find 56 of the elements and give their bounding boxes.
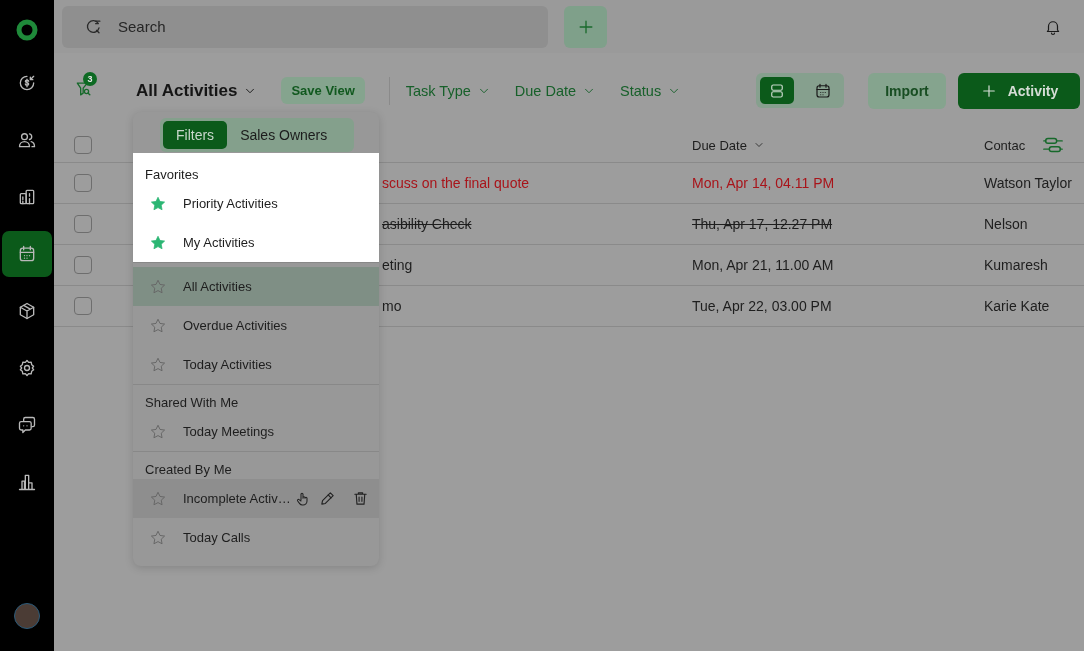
filter-dropdown-button[interactable]: Task Type [405,82,491,99]
list-view-icon [768,81,786,100]
menu-item[interactable]: Priority Activities [133,184,379,223]
table-cell: Tue, Apr 22, 03.00 PM [692,298,832,314]
section-heading: Created By Me [144,461,233,479]
menu-item[interactable]: Today Activities [133,345,379,384]
table-cell: Karie Kate [984,298,1050,314]
table-cell: Thu, Apr 17, 12.27 PM [692,216,833,232]
avatar[interactable] [14,603,40,629]
import-button[interactable]: Import [868,72,946,109]
menu-item[interactable]: Overdue Activities [133,306,379,345]
column-header: Contac [984,138,1026,153]
menu-item[interactable]: All Activities [133,267,379,306]
table-cell: Nelson [984,216,1028,232]
menu-item[interactable]: Today Meetings [133,412,379,451]
people-icon [17,130,37,150]
sidebar-item[interactable] [2,231,52,277]
table-cell: scuss on the final quote [382,175,530,191]
tab[interactable]: Sales Owners [227,121,341,149]
settings-icon [17,358,37,378]
row-checkbox[interactable] [74,174,92,192]
calendar-icon [814,81,832,100]
save-view-button[interactable]: Save View [281,77,365,104]
tab[interactable]: Filters [163,121,228,149]
box-icon [17,301,37,321]
column-header[interactable]: Due Date [692,137,984,153]
view-selector[interactable]: All Activities [136,80,258,101]
row-checkbox[interactable] [74,297,92,315]
table-cell: mo [382,298,402,314]
row-checkbox[interactable] [74,215,92,233]
table-cell: Kumaresh [984,257,1048,273]
dollar-icon [17,73,37,93]
menu-item[interactable]: My Activities [133,223,379,262]
section-heading: Favorites [144,166,200,184]
menu-item[interactable]: Incomplete Activ… [133,479,379,518]
view-toggle-option[interactable] [760,77,794,104]
chat-icon [17,415,37,435]
table-cell: Mon, Apr 21, 11.00 AM [692,257,834,273]
count-badge: 3 [83,71,97,86]
pointer-hand-icon [294,490,311,507]
menu-item[interactable]: Today Calls [133,518,379,557]
edit-icon[interactable] [318,490,336,507]
building-icon [17,187,37,207]
add-activity-button[interactable]: Activity [958,72,1080,109]
select-all-checkbox[interactable] [74,136,92,154]
table-cell: Watson Taylor [984,175,1072,191]
bar-chart-icon [17,472,37,492]
search-field[interactable]: Search [62,5,548,48]
calendar-icon [17,244,37,264]
table-cell: asibility Check [382,216,472,232]
table-cell: eting [382,257,413,273]
delete-icon[interactable] [351,490,369,507]
logo-icon [15,18,39,42]
table-cell: Mon, Apr 14, 04.11 PM [692,175,835,191]
row-checkbox[interactable] [74,256,92,274]
section-heading: Shared With Me [144,394,240,412]
